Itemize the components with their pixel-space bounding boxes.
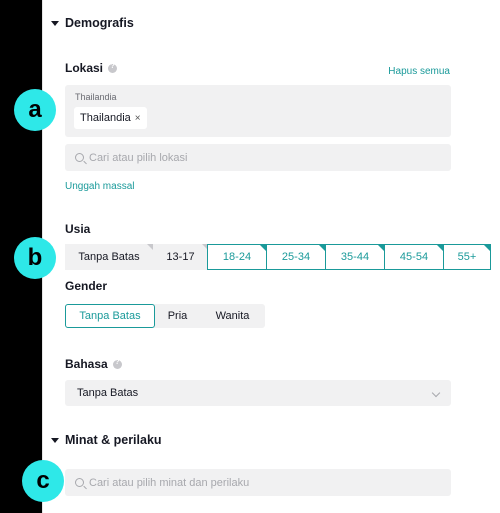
gender-option-male[interactable]: Pria <box>155 304 200 328</box>
language-label-row: Bahasa <box>65 357 122 371</box>
location-search-placeholder: Cari atau pilih lokasi <box>89 151 188 164</box>
location-chip: Thailandia × <box>74 107 147 129</box>
targeting-panel: Demografis Lokasi Hapus semua Thailandia… <box>42 0 500 513</box>
caret-down-icon <box>51 437 59 443</box>
search-icon <box>75 478 84 487</box>
age-option-35-44[interactable]: 35-44 <box>325 244 385 270</box>
help-icon[interactable] <box>108 63 118 73</box>
remove-chip-icon[interactable]: × <box>135 113 141 124</box>
age-selector: Tanpa Batas 13-17 18-24 25-34 35-44 45-5… <box>65 244 491 270</box>
interests-title: Minat & perilaku <box>65 433 162 447</box>
location-group-name: Thailandia <box>75 92 117 102</box>
interests-section-toggle[interactable]: Minat & perilaku <box>51 433 162 447</box>
search-icon <box>75 153 84 162</box>
age-label: Usia <box>65 222 91 236</box>
language-select-value: Tanpa Batas <box>77 387 139 399</box>
age-option-45-54[interactable]: 45-54 <box>384 244 444 270</box>
interests-search-input[interactable]: Cari atau pilih minat dan perilaku <box>65 469 451 496</box>
corner-marker-icon <box>484 245 490 251</box>
age-option-unlimited[interactable]: Tanpa Batas <box>65 244 153 270</box>
chevron-down-icon <box>431 388 441 398</box>
age-option-25-34[interactable]: 25-34 <box>266 244 326 270</box>
age-option-55-plus[interactable]: 55+ <box>443 244 491 270</box>
bulk-upload-link[interactable]: Unggah massal <box>65 181 134 192</box>
gender-label: Gender <box>65 279 108 293</box>
interests-search-placeholder: Cari atau pilih minat dan perilaku <box>89 476 250 489</box>
clear-all-link[interactable]: Hapus semua <box>388 66 450 77</box>
help-icon[interactable] <box>112 359 122 369</box>
language-label: Bahasa <box>65 357 108 371</box>
location-search-input[interactable]: Cari atau pilih lokasi <box>65 144 451 171</box>
annotation-badge-b: b <box>14 237 56 279</box>
gender-selector: Tanpa Batas Pria Wanita <box>65 304 265 328</box>
caret-down-icon <box>51 20 59 26</box>
age-option-13-17[interactable]: 13-17 <box>153 244 208 270</box>
age-option-18-24[interactable]: 18-24 <box>207 244 267 270</box>
gender-option-unlimited[interactable]: Tanpa Batas <box>65 304 155 328</box>
annotation-badge-c: c <box>22 460 64 502</box>
location-label: Lokasi <box>65 61 104 75</box>
demographics-title: Demografis <box>65 16 134 30</box>
gender-option-female[interactable]: Wanita <box>200 304 265 328</box>
location-chip-label: Thailandia <box>80 112 131 124</box>
language-select[interactable]: Tanpa Batas <box>65 380 451 406</box>
location-label-row: Lokasi <box>65 61 118 75</box>
annotation-badge-a: a <box>14 89 56 131</box>
demographics-section-toggle[interactable]: Demografis <box>51 16 134 30</box>
selected-locations-box: Thailandia Thailandia × <box>65 85 451 137</box>
